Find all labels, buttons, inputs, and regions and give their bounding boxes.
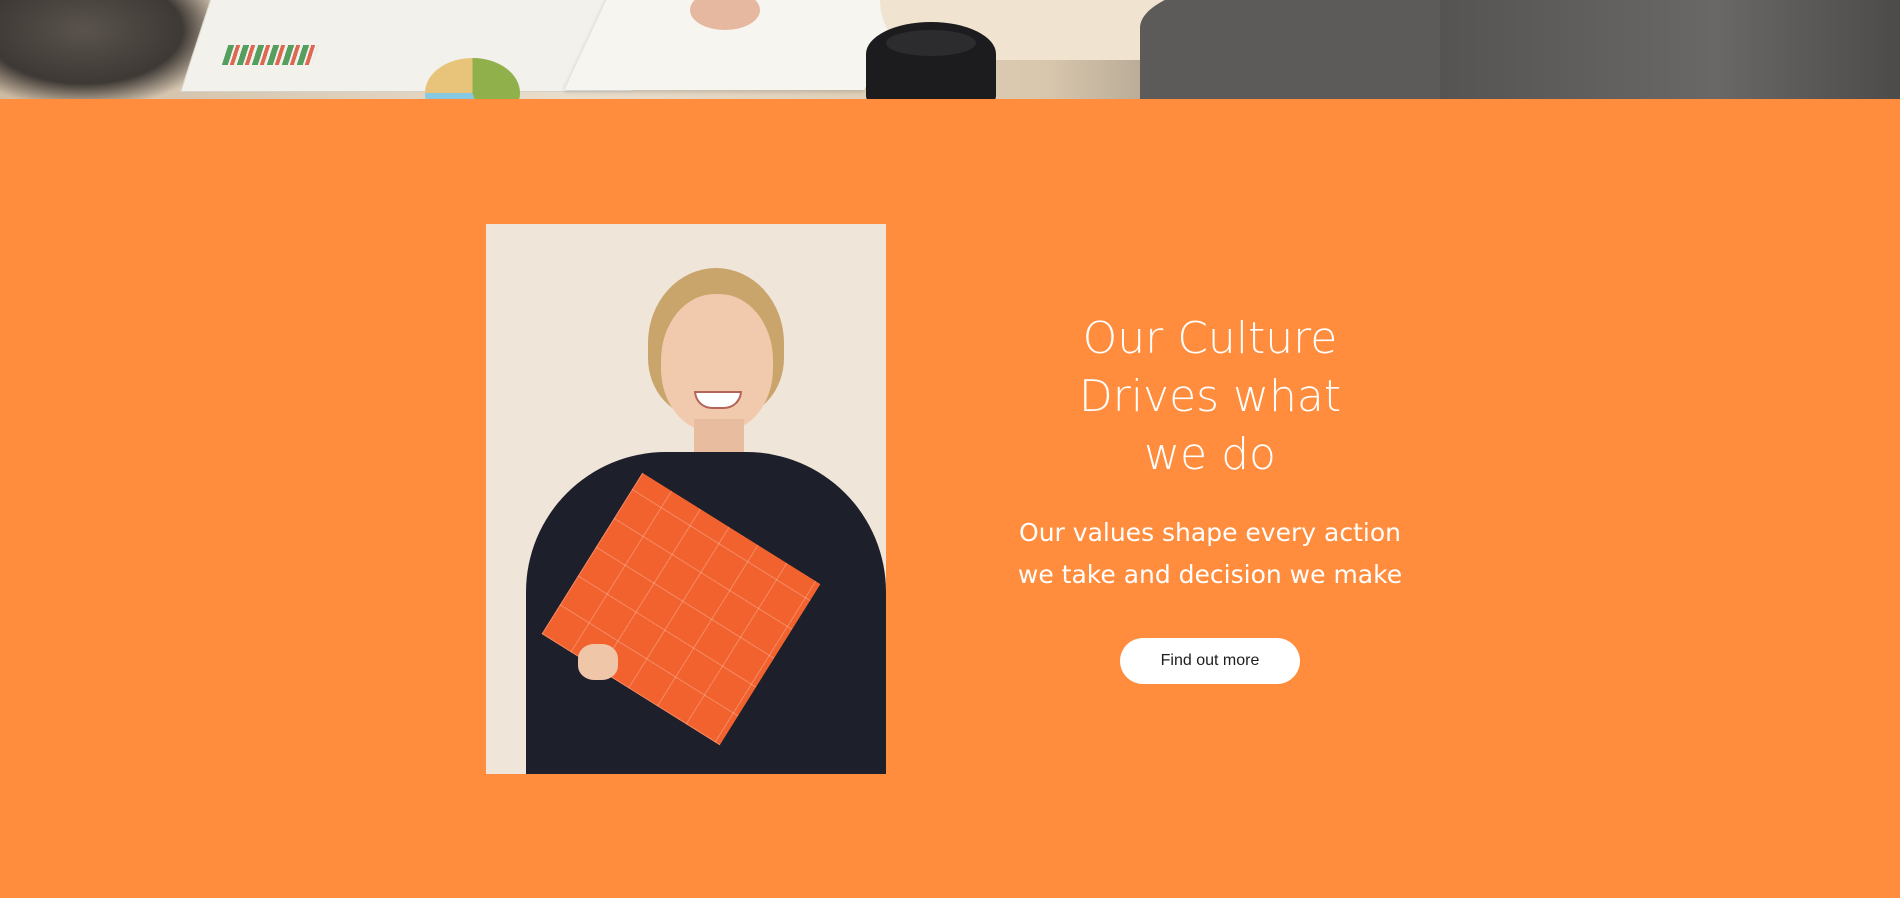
bar-chart-graphic [221, 45, 319, 65]
photo-shadow [0, 0, 210, 99]
hand [578, 644, 618, 680]
hero-banner-image [0, 0, 1900, 99]
section-title: Our Culture Drives what we do [1078, 313, 1342, 480]
find-out-more-button[interactable]: Find out more [1120, 638, 1300, 684]
suit-jacket-right [1440, 0, 1900, 99]
portrait-image [486, 224, 886, 774]
face [661, 294, 773, 432]
coffee-cup-lid [886, 30, 976, 56]
section-subtitle: Our values shape every action we take an… [1017, 518, 1403, 589]
suit-jacket [1140, 0, 1470, 99]
culture-content: Our Culture Drives what we do Our values… [990, 310, 1430, 684]
